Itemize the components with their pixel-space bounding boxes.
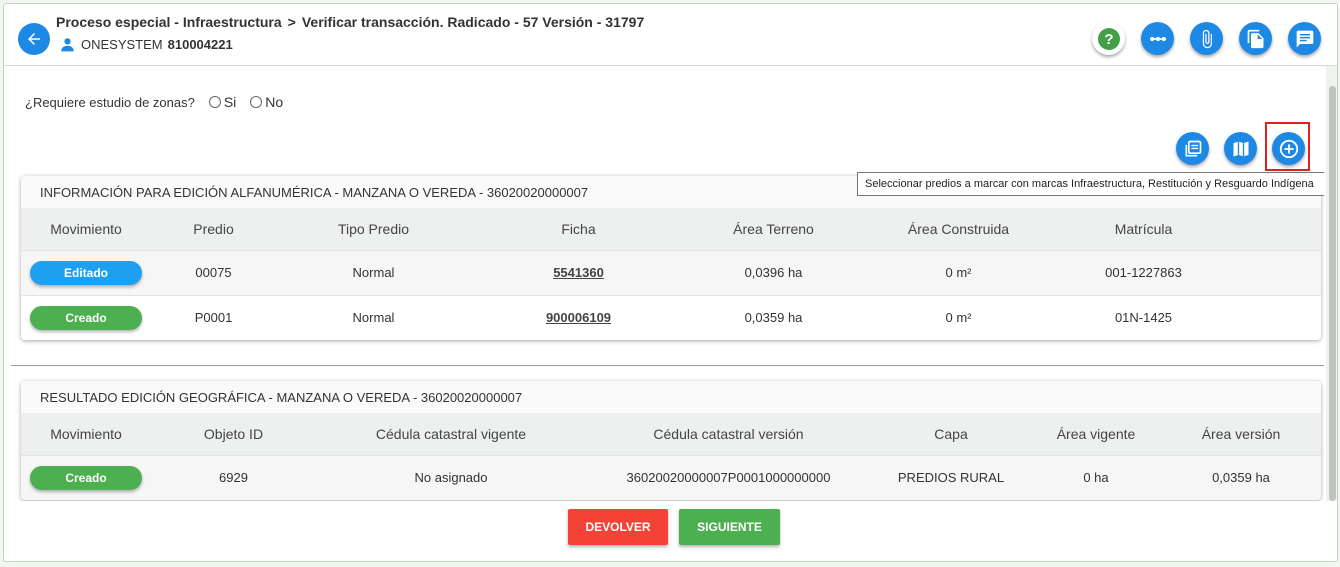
attachments-button[interactable]: [1190, 22, 1223, 55]
help-button[interactable]: ?: [1092, 22, 1125, 55]
breadcrumb-separator: >: [287, 14, 296, 30]
cell-tipo: Normal: [276, 294, 471, 340]
cell-movimiento: Creado: [21, 454, 151, 500]
add-marks-tooltip: Seleccionar predios a marcar con marcas …: [857, 172, 1324, 196]
status-badge-editado[interactable]: Editado: [30, 260, 142, 285]
scrollbar-thumb[interactable]: [1329, 86, 1336, 501]
col-objeto-id: Objeto ID: [151, 413, 316, 455]
document-icon: [1247, 29, 1263, 48]
breadcrumb: Proceso especial - Infraestructura > Verif…: [56, 14, 644, 30]
zone-study-option-no[interactable]: No: [265, 94, 283, 110]
user-code: 810004221: [167, 37, 233, 52]
cell-cedula-vigente: No asignado: [316, 454, 586, 500]
cell-objeto-id: 6929: [151, 454, 316, 500]
col-capa: Capa: [871, 413, 1031, 455]
footer-actions: DEVOLVER SIGUIENTE: [4, 501, 1337, 561]
col-tipo-predio: Tipo Predio: [276, 208, 471, 250]
table-row: Creado P0001 Normal 900006109 0,0359 ha …: [21, 294, 1321, 340]
zone-study-radio-si[interactable]: [208, 96, 221, 108]
table-header: Movimiento Objeto ID Cédula catastral vi…: [21, 413, 1321, 455]
documents-button[interactable]: [1239, 22, 1272, 55]
col-movimiento: Movimiento: [21, 208, 151, 250]
col-cedula-version: Cédula catastral versión: [586, 413, 871, 455]
status-badge-creado[interactable]: Creado: [30, 305, 142, 330]
back-button[interactable]: [18, 23, 50, 55]
cell-capa: PREDIOS RURAL: [871, 454, 1031, 500]
user-name: ONESYSTEM: [81, 37, 163, 52]
zone-study-radio-no[interactable]: [250, 96, 263, 108]
cell-area-terreno: 0,0359 ha: [686, 294, 861, 340]
help-icon: ?: [1097, 27, 1120, 50]
siguiente-button[interactable]: SIGUIENTE: [679, 509, 780, 545]
table-row: Creado 6929 No asignado 36020020000007P0…: [21, 454, 1321, 500]
main-content: ¿Requiere estudio de zonas? Si No Selecc…: [4, 66, 1324, 501]
col-ficha: Ficha: [471, 208, 686, 250]
cell-tipo: Normal: [276, 249, 471, 295]
zone-study-label: ¿Requiere estudio de zonas?: [25, 94, 195, 110]
breadcrumb-task: Verificar transacción. Radicado - 57 Ver…: [301, 14, 645, 30]
ficha-link[interactable]: 5541360: [553, 265, 604, 280]
attachment-icon: [1202, 29, 1212, 48]
cell-empty: [1231, 294, 1321, 340]
app-frame: Proceso especial - Infraestructura > Verif…: [3, 3, 1338, 562]
more-options-button[interactable]: [1141, 22, 1174, 55]
cell-matricula: 001-1227863: [1056, 249, 1231, 295]
col-empty: [1231, 208, 1321, 250]
more-icon: [1149, 36, 1166, 41]
geografica-title: RESULTADO EDICIÓN GEOGRÁFICA - MANZANA O…: [21, 381, 1321, 413]
cell-ficha: 5541360: [471, 249, 686, 295]
cell-area-construida: 0 m²: [861, 294, 1056, 340]
map-button[interactable]: [1224, 132, 1257, 165]
col-predio: Predio: [151, 208, 276, 250]
arrow-left-icon: [28, 33, 40, 45]
map-icon: [1233, 141, 1248, 156]
copy-layers-button[interactable]: [1176, 132, 1209, 165]
col-cedula-vigente: Cédula catastral vigente: [316, 413, 586, 455]
user-info: ONESYSTEM 810004221: [60, 37, 233, 52]
table-header: Movimiento Predio Tipo Predio Ficha Área…: [21, 208, 1321, 250]
cell-predio: P0001: [151, 294, 276, 340]
cell-area-version: 0,0359 ha: [1161, 454, 1321, 500]
copy-layers-icon: [1185, 140, 1201, 156]
status-badge-creado[interactable]: Creado: [30, 465, 142, 490]
cell-area-terreno: 0,0396 ha: [686, 249, 861, 295]
cell-movimiento: Editado: [21, 249, 151, 295]
comments-button[interactable]: [1288, 22, 1321, 55]
geografica-table: Movimiento Objeto ID Cédula catastral vi…: [21, 413, 1321, 500]
user-icon: [61, 38, 74, 52]
cell-cedula-version: 36020020000007P0001000000000: [586, 454, 871, 500]
cell-area-construida: 0 m²: [861, 249, 1056, 295]
cell-movimiento: Creado: [21, 294, 151, 340]
alfanumerica-card: INFORMACIÓN PARA EDICIÓN ALFANUMÉRICA - …: [21, 176, 1321, 340]
cell-matricula: 01N-1425: [1056, 294, 1231, 340]
table-row: Editado 00075 Normal 5541360 0,0396 ha 0…: [21, 249, 1321, 295]
col-movimiento: Movimiento: [21, 413, 151, 455]
cell-predio: 00075: [151, 249, 276, 295]
zone-study-question: ¿Requiere estudio de zonas? Si No: [25, 94, 283, 110]
alfanumerica-table: Movimiento Predio Tipo Predio Ficha Área…: [21, 208, 1321, 340]
svg-text:?: ?: [1104, 31, 1113, 48]
comments-icon: [1296, 30, 1313, 47]
vertical-scrollbar[interactable]: [1326, 66, 1337, 501]
cell-ficha: 900006109: [471, 294, 686, 340]
col-matricula: Matrícula: [1056, 208, 1231, 250]
breadcrumb-process[interactable]: Proceso especial - Infraestructura: [56, 14, 282, 30]
col-area-version: Área versión: [1161, 413, 1321, 455]
section-divider: [11, 365, 1324, 366]
page-header: Proceso especial - Infraestructura > Verif…: [4, 4, 1337, 66]
col-area-vigente: Área vigente: [1031, 413, 1161, 455]
add-marks-highlight: [1265, 122, 1310, 171]
geografica-card: RESULTADO EDICIÓN GEOGRÁFICA - MANZANA O…: [21, 381, 1321, 500]
zone-study-option-si[interactable]: Si: [224, 94, 236, 110]
ficha-link[interactable]: 900006109: [546, 310, 611, 325]
cell-area-vigente: 0 ha: [1031, 454, 1161, 500]
col-area-terreno: Área Terreno: [686, 208, 861, 250]
devolver-button[interactable]: DEVOLVER: [568, 509, 668, 545]
header-actions: ?: [1092, 22, 1337, 55]
cell-empty: [1231, 249, 1321, 295]
col-area-construida: Área Construida: [861, 208, 1056, 250]
